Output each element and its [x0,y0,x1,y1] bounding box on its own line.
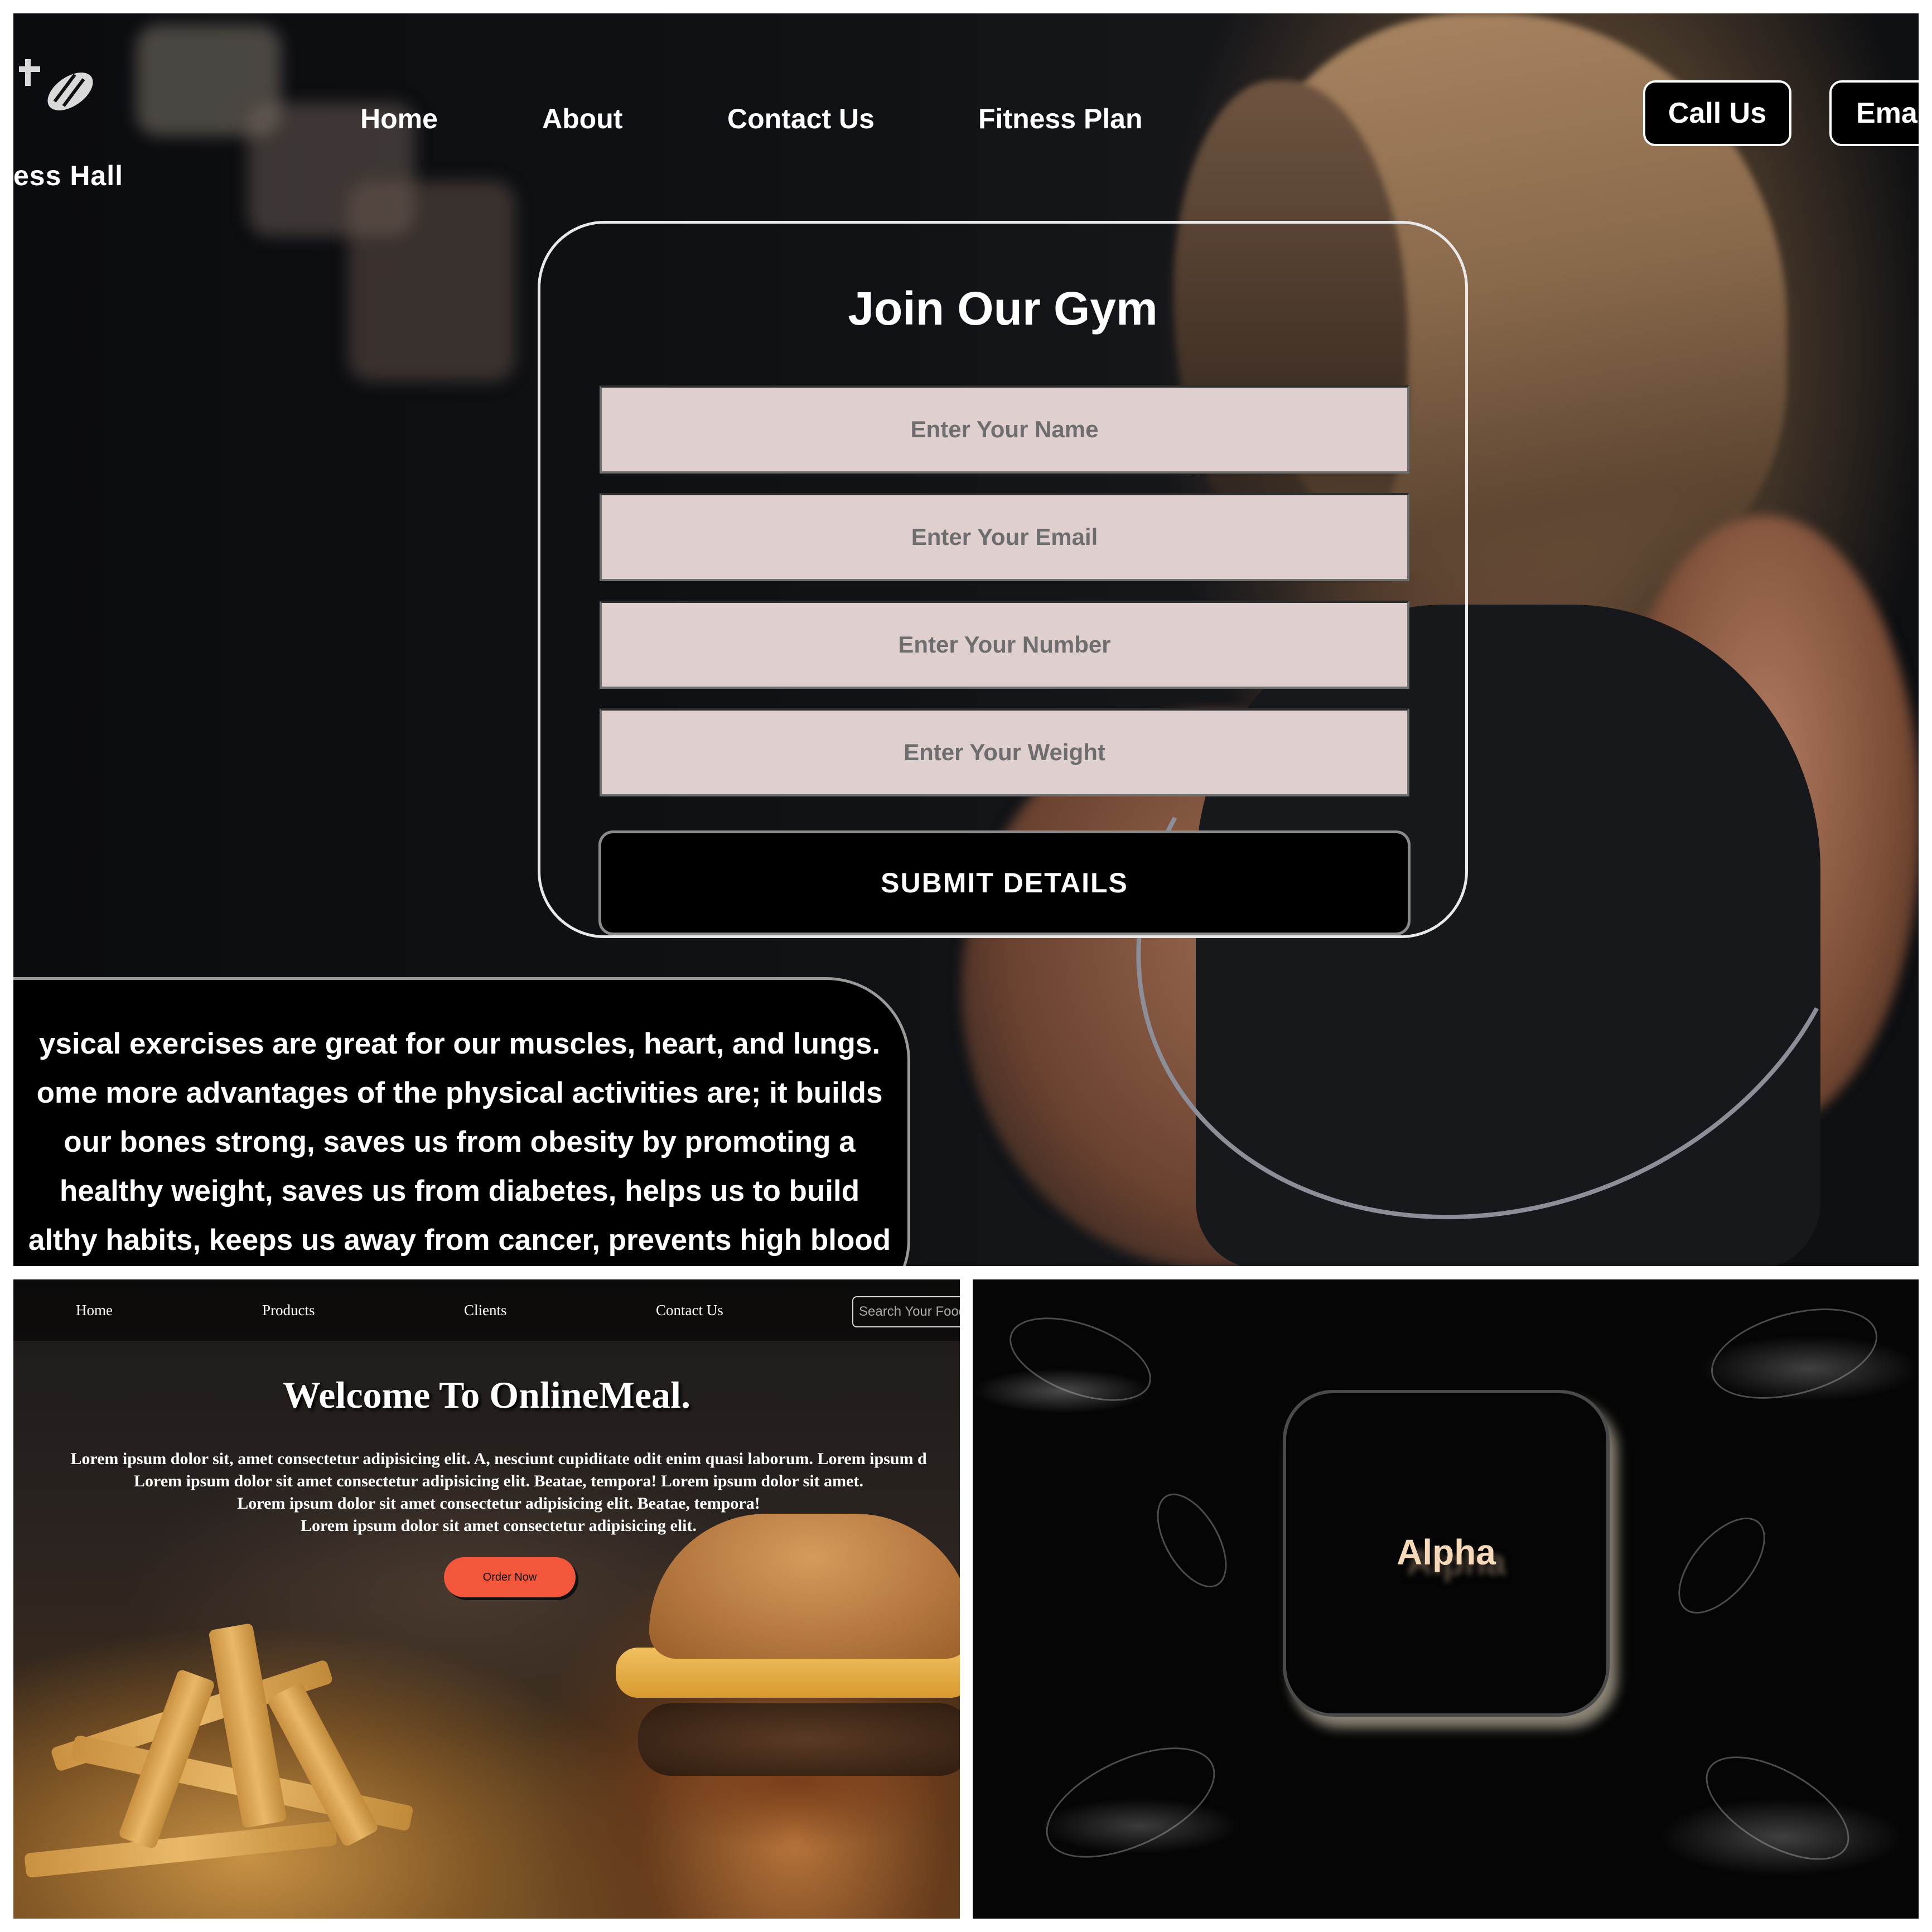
brand-name[interactable]: ess Hall [13,160,123,192]
smoke-background [1701,1292,1887,1416]
nav-products[interactable]: Products [262,1302,315,1319]
burger-patty-background [638,1703,960,1776]
gym-landing-panel: ess Hall Home About Contact Us Fitness P… [13,13,1919,1266]
alpha-label: Alpha [1397,1532,1496,1572]
nav-contact-us[interactable]: Contact Us [656,1302,723,1319]
nav-home[interactable]: Home [360,103,438,135]
smoke-background [1030,1725,1231,1881]
nav-contact-us[interactable]: Contact Us [727,103,875,135]
number-input[interactable] [600,601,1409,689]
order-now-button[interactable]: Order Now [444,1557,576,1597]
smoke-background [998,1301,1162,1418]
email-input[interactable] [600,493,1409,581]
fries-background [208,1622,287,1829]
smoke-background [1142,1482,1242,1599]
nav-about[interactable]: About [542,103,622,135]
name-input[interactable] [600,385,1409,474]
dumbbell-background [348,181,515,381]
weight-input[interactable] [600,708,1409,796]
online-meal-panel: Home Products Clients Contact Us Welcome… [13,1279,960,1919]
nav-clients[interactable]: Clients [464,1302,507,1319]
search-input[interactable] [852,1296,960,1327]
smoke-background [1662,1503,1781,1629]
nav-home[interactable]: Home [76,1302,113,1319]
form-title: Join Our Gym [848,282,1158,335]
alpha-card[interactable]: Alpha [1283,1390,1610,1717]
page-title: Welcome To OnlineMeal. [283,1374,690,1416]
smoke-background [1689,1735,1866,1881]
call-us-button[interactable]: Call Us [1643,80,1791,146]
info-paragraph: ysical exercises are great for our muscl… [28,1027,891,1257]
fries-background [24,1820,337,1878]
nav-fitness-plan[interactable]: Fitness Plan [978,103,1143,135]
intro-text: Lorem ipsum dolor sit, amet consectetur … [70,1450,927,1535]
email-button[interactable]: Ema [1829,80,1919,146]
logo-icon[interactable] [19,52,97,119]
join-gym-form: Join Our Gym SUBMIT DETAILS [538,221,1468,938]
alpha-card-panel: Alpha [973,1279,1919,1919]
submit-details-button[interactable]: SUBMIT DETAILS [598,830,1411,935]
